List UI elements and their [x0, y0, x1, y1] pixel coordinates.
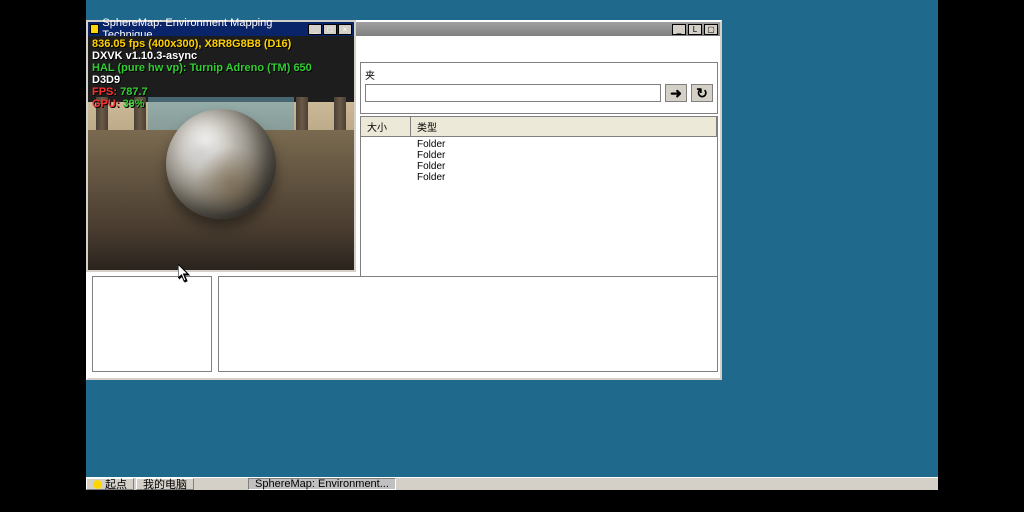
list-header[interactable]: 大小 类型	[361, 117, 717, 137]
list-item[interactable]: Folder	[361, 161, 717, 172]
sphere-mesh	[166, 109, 276, 219]
tree-panel[interactable]	[92, 276, 212, 372]
letterbox-bottom	[86, 490, 938, 512]
dx-window: SphereMap: Environment Mapping Technique…	[86, 20, 356, 272]
col-type[interactable]: 类型	[411, 117, 717, 136]
dx-min-button[interactable]: _	[308, 24, 322, 35]
hud-gpu-name: HAL (pure hw vp): Turnip Adreno (TM) 650	[92, 62, 312, 74]
list-item[interactable]: Folder	[361, 172, 717, 183]
taskbar-item-spheremap[interactable]: SphereMap: Environment...	[248, 478, 396, 490]
list-body: Folder Folder Folder Folder	[361, 137, 717, 185]
dx-max-button[interactable]: □	[323, 24, 337, 35]
refresh-button[interactable]: ↻	[691, 84, 713, 102]
nav-panel: 夹 ➜ ↻	[360, 62, 718, 114]
hud-dxvk-version: DXVK v1.10.3-async	[92, 50, 312, 62]
go-button[interactable]: ➜	[665, 84, 687, 102]
col-size[interactable]: 大小	[361, 117, 411, 136]
render-viewport[interactable]: 836.05 fps (400x300), X8R8G8B8 (D16) DXV…	[88, 36, 354, 270]
screen: _ L ▢ 夹 ➜ ↻ 大小 类型 Folder Folder Folder F…	[0, 0, 1024, 512]
app-icon	[90, 24, 99, 34]
hud-fps: FPS: 787.7	[92, 86, 312, 98]
max-button[interactable]: L	[688, 24, 702, 35]
dx-titlebar[interactable]: SphereMap: Environment Mapping Technique…	[88, 22, 354, 36]
nav-label: 夹	[365, 67, 713, 82]
start-button[interactable]: 起点	[86, 478, 134, 490]
list-item[interactable]: Folder	[361, 150, 717, 161]
dx-close-button[interactable]: ×	[338, 24, 352, 35]
taskbar-item-computer[interactable]: 我的电脑	[136, 478, 194, 490]
path-input[interactable]	[365, 84, 661, 102]
details-panel[interactable]	[218, 276, 718, 372]
taskbar[interactable]: 起点 我的电脑 SphereMap: Environment...	[86, 477, 938, 490]
list-item[interactable]: Folder	[361, 139, 717, 150]
hud-fps-mode: 836.05 fps (400x300), X8R8G8B8 (D16)	[92, 38, 312, 50]
hud-api: D3D9	[92, 74, 312, 86]
stats-hud: 836.05 fps (400x300), X8R8G8B8 (D16) DXV…	[92, 38, 312, 110]
min-button[interactable]: _	[672, 24, 686, 35]
hud-gpu: GPU: 39%	[92, 98, 312, 110]
close-button[interactable]: ▢	[704, 24, 718, 35]
start-icon	[93, 480, 102, 489]
